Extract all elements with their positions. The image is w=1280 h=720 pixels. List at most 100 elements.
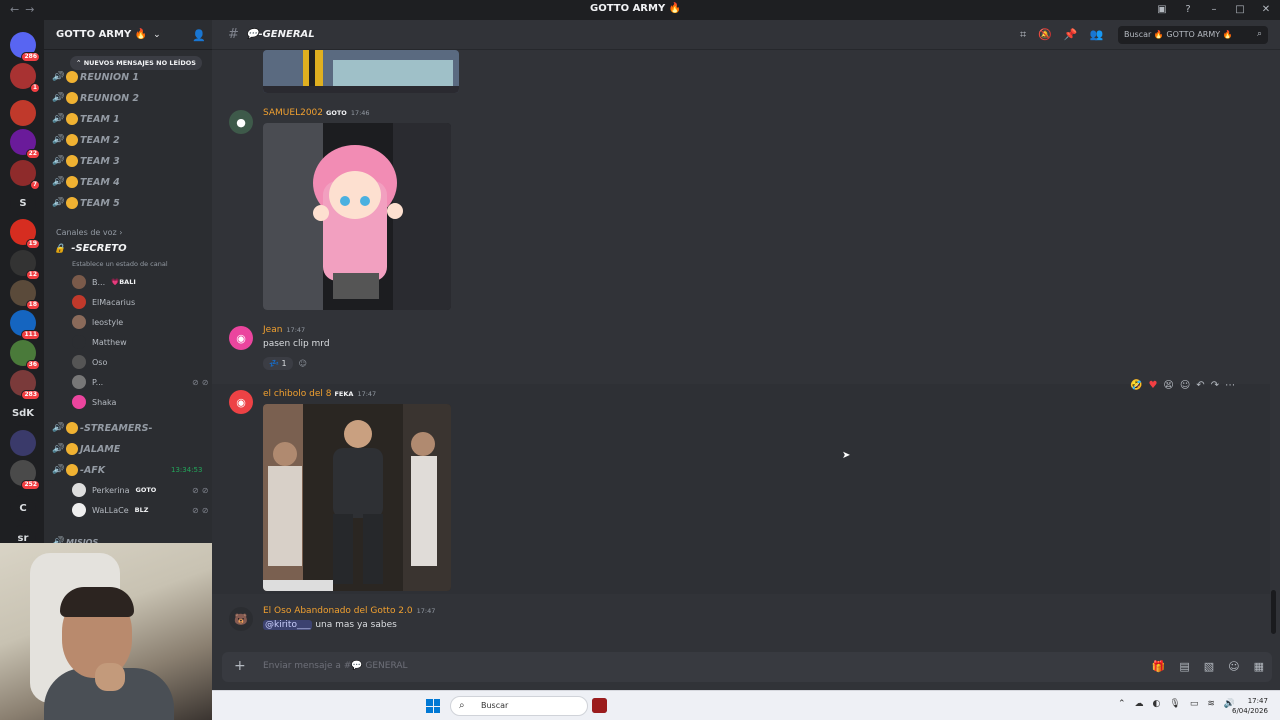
server-icon[interactable]: 12 xyxy=(10,250,40,280)
message-composer[interactable]: + Enviar mensaje a #💬 GENERAL 🎁 ▤ ▧ ☺ ▦ xyxy=(222,652,1272,682)
avatar[interactable]: ● xyxy=(229,110,253,134)
voice-channel-item[interactable]: 🔊 -STREAMERS- xyxy=(52,418,152,438)
voice-member[interactable]: ElMacarius xyxy=(72,293,135,311)
maximize-icon[interactable]: □ xyxy=(1234,3,1246,15)
voice-member[interactable]: B... 💗BALI xyxy=(72,273,136,291)
voice-channel-item[interactable]: 🔊 REUNION 1 xyxy=(52,67,139,87)
minimize-icon[interactable]: – xyxy=(1208,3,1220,15)
voice-member[interactable]: WaLLaCe BLZ ⊘⊘ xyxy=(72,501,208,519)
voice-member[interactable]: Oso xyxy=(72,353,107,371)
taskbar-clock[interactable]: 17:47 6/04/2026 xyxy=(1232,696,1268,716)
add-reaction-icon[interactable]: ☺ xyxy=(1180,380,1190,391)
add-attachment-icon[interactable]: + xyxy=(234,658,246,674)
author-name[interactable]: el chibolo del 8 xyxy=(263,389,331,399)
channel-status-prompt[interactable]: Establece un estado de canal xyxy=(72,260,168,268)
voice-channel-item[interactable]: 🔊 -AFK xyxy=(52,460,105,480)
channel-emoji-icon xyxy=(66,197,78,209)
title-bar: ←→ GOTTO ARMY 🔥 ▣ ? – □ ✕ xyxy=(0,0,1280,20)
reaction-pill[interactable]: 💤 1 xyxy=(263,356,293,370)
threads-icon[interactable]: ⌗ xyxy=(1020,28,1026,42)
server-icon[interactable] xyxy=(10,100,36,126)
server-icon[interactable]: 36 xyxy=(10,340,40,370)
voice-channel-secret[interactable]: 🔒 -SECRETO xyxy=(54,243,127,254)
message-scrollbar[interactable] xyxy=(1271,590,1276,634)
add-member-icon[interactable]: 👤 xyxy=(192,29,206,42)
speaker-icon: 🔊 xyxy=(52,135,64,145)
server-icon[interactable]: 1 xyxy=(10,63,40,93)
server-icon[interactable]: 252 xyxy=(10,460,40,490)
server-icon[interactable]: 111 xyxy=(10,310,40,340)
voice-channel-item[interactable]: 🔊 TEAM 1 xyxy=(52,109,120,129)
author-name[interactable]: El Oso Abandonado del Gotto 2.0 xyxy=(263,606,413,616)
server-icon[interactable] xyxy=(10,430,36,456)
server-icon[interactable]: 18 xyxy=(10,280,40,310)
apps-icon[interactable]: ▦ xyxy=(1254,660,1264,673)
avatar-discord-default[interactable]: ◉ xyxy=(229,326,253,350)
emoji-icon[interactable]: ☺ xyxy=(1228,660,1239,673)
help-icon[interactable]: ? xyxy=(1182,3,1194,15)
message-text: pasen clip mrd xyxy=(263,339,330,349)
monitor-icon[interactable]: ▭ xyxy=(1190,699,1199,709)
server-icon[interactable]: SdK xyxy=(10,400,36,426)
message-image-dance[interactable] xyxy=(263,404,451,591)
channel-emoji-icon xyxy=(66,464,78,476)
voice-channel-item[interactable]: 🔊 TEAM 3 xyxy=(52,151,120,171)
reply-icon[interactable]: ↶ xyxy=(1196,380,1204,391)
server-icon[interactable]: 283 xyxy=(10,370,40,400)
gif-icon[interactable]: ▤ xyxy=(1179,660,1189,673)
wifi-icon[interactable]: ≋ xyxy=(1207,699,1215,709)
voice-channel-item[interactable]: 🔊 JALAME xyxy=(52,439,120,459)
user-mention[interactable]: @kirito___ xyxy=(263,620,313,630)
avatar-discord-default[interactable]: ◉ xyxy=(229,390,253,414)
game-app-icon[interactable] xyxy=(592,698,607,713)
voice-member[interactable]: leostyle xyxy=(72,313,123,331)
taskbar-search[interactable]: ⌕ Buscar xyxy=(450,696,588,716)
mic-icon[interactable]: 🎙 xyxy=(1169,699,1180,709)
avatar[interactable]: 🐻 xyxy=(229,607,253,631)
author-name[interactable]: Jean xyxy=(263,325,282,335)
server-icon[interactable]: C xyxy=(10,495,36,521)
channel-label: TEAM 3 xyxy=(80,155,120,167)
close-icon[interactable]: ✕ xyxy=(1260,3,1272,15)
server-icon[interactable]: 19 xyxy=(10,219,40,249)
voice-member[interactable]: Matthew xyxy=(72,333,127,351)
heart-emoji-icon[interactable]: ♥ xyxy=(1148,380,1157,391)
sleep-emoji-icon: 💤 xyxy=(269,358,279,368)
gift-icon[interactable]: 🎁 xyxy=(1152,660,1166,673)
tired-emoji-icon[interactable]: 😫 xyxy=(1163,380,1173,391)
voice-member[interactable]: P... ⊘⊘ xyxy=(72,373,208,391)
voice-channel-item[interactable]: 🔊 TEAM 2 xyxy=(52,130,120,150)
channel-label: -SECRETO xyxy=(71,243,127,254)
voice-channel-item[interactable]: 🔊 REUNION 2 xyxy=(52,88,139,108)
voice-member[interactable]: Perkerina GOTO ⊘⊘ xyxy=(72,481,208,499)
search-input[interactable]: Buscar 🔥 GOTTO ARMY 🔥 ⌕ xyxy=(1118,26,1268,44)
chevron-up-icon[interactable]: ⌃ xyxy=(1118,699,1126,709)
server-icon[interactable]: 286 xyxy=(10,32,40,62)
network-icon[interactable]: ◐ xyxy=(1153,699,1161,709)
add-reaction-icon[interactable]: ☺ xyxy=(299,359,307,368)
voice-member[interactable]: Shaka xyxy=(72,393,116,411)
server-icon[interactable]: S xyxy=(10,190,36,216)
forward-icon[interactable]: ↷ xyxy=(1211,380,1219,391)
history-nav-icons[interactable]: ←→ xyxy=(10,3,40,16)
voice-channel-item[interactable]: 🔊 TEAM 4 xyxy=(52,172,120,192)
message-image-anime[interactable] xyxy=(263,123,451,310)
inbox-icon[interactable]: ▣ xyxy=(1156,3,1168,15)
channel-label: JALAME xyxy=(80,443,121,455)
voice-channel-item[interactable]: 🔊 TEAM 5 xyxy=(52,193,120,213)
author-name[interactable]: SAMUEL2002 xyxy=(263,108,323,118)
speaker-icon: 🔊 xyxy=(52,198,64,208)
server-icon[interactable]: 7 xyxy=(10,160,40,190)
server-header[interactable]: GOTTO ARMY 🔥 ⌄ 👤 xyxy=(44,20,212,50)
notification-bell-icon[interactable]: 🔕 xyxy=(1038,28,1052,42)
sticker-icon[interactable]: ▧ xyxy=(1204,660,1214,673)
server-icon[interactable]: 22 xyxy=(10,129,40,159)
windows-start-icon[interactable] xyxy=(426,699,440,713)
pin-icon[interactable]: 📌 xyxy=(1064,28,1078,42)
onedrive-icon[interactable]: ☁ xyxy=(1135,699,1144,709)
more-options-icon[interactable]: ⋯ xyxy=(1225,380,1235,391)
message-image-partial[interactable] xyxy=(263,50,459,93)
voice-channels-section[interactable]: Canales de voz › xyxy=(56,228,122,237)
members-icon[interactable]: 👥 xyxy=(1090,28,1104,42)
laugh-emoji-icon[interactable]: 🤣 xyxy=(1130,380,1142,391)
